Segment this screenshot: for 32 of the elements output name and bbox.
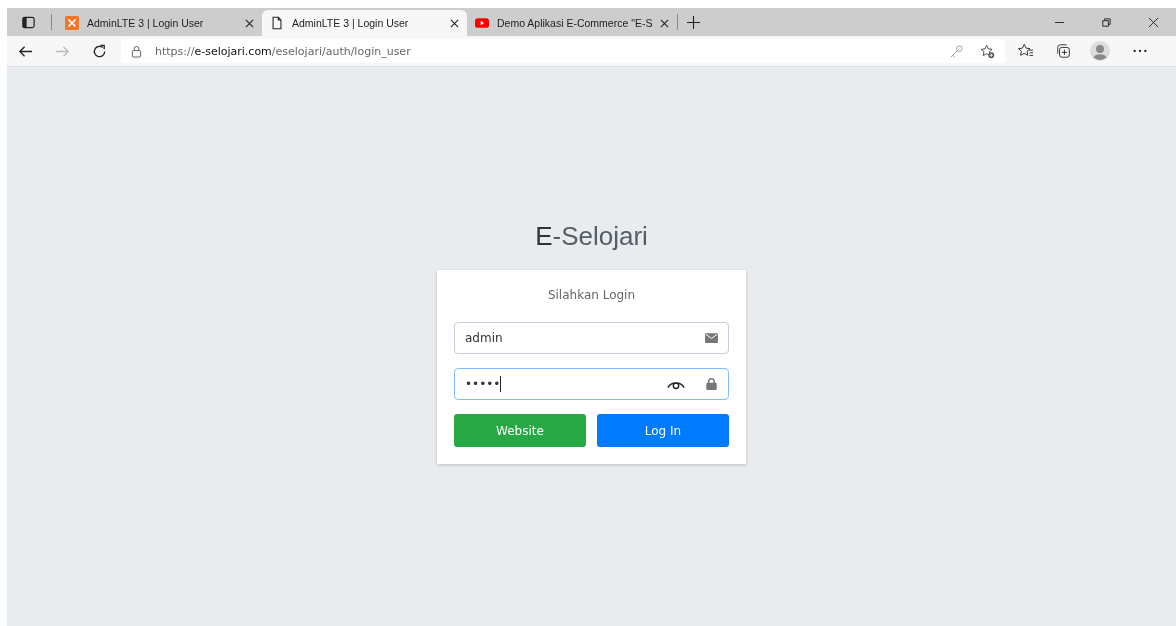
reload-icon[interactable] xyxy=(92,43,107,59)
browser-tab[interactable]: Demo Aplikasi E-Commerce "E-S xyxy=(467,10,672,36)
tab-title: Demo Aplikasi E-Commerce "E-S xyxy=(497,17,653,29)
key-icon[interactable] xyxy=(949,43,964,59)
new-tab-icon[interactable] xyxy=(687,15,700,29)
app-logo-icon xyxy=(65,16,79,30)
tab-actions-icon[interactable] xyxy=(21,14,36,30)
address-bar[interactable]: https://e-selojari.com/eselojari/auth/login_user xyxy=(121,39,1005,63)
profile-avatar-icon[interactable] xyxy=(1090,41,1110,61)
lock-icon xyxy=(705,378,718,390)
url-text: https://e-selojari.com/eselojari/auth/login_user xyxy=(155,44,411,58)
input-field[interactable]: ••••• xyxy=(454,368,729,400)
video-logo-icon xyxy=(475,16,489,30)
tab-title: AdminLTE 3 | Login User xyxy=(87,17,205,29)
collections-icon[interactable] xyxy=(1056,43,1072,59)
lock-icon xyxy=(131,44,142,58)
page-icon xyxy=(270,16,284,30)
restore-icon[interactable] xyxy=(1101,16,1112,28)
tab-title: AdminLTE 3 | Login User xyxy=(292,17,410,29)
envelope-icon xyxy=(705,332,718,344)
browser-tab[interactable]: AdminLTE 3 | Login User xyxy=(57,10,262,36)
login-heading: Silahkan Login xyxy=(546,288,637,302)
input-field[interactable]: admin xyxy=(454,322,729,354)
favorites-icon[interactable] xyxy=(1018,43,1034,59)
action-button[interactable]: Log In xyxy=(597,414,729,447)
close-icon[interactable] xyxy=(245,18,254,28)
close-icon[interactable] xyxy=(660,18,670,28)
close-icon[interactable] xyxy=(1148,16,1159,28)
site-logo-text: E-Selojari xyxy=(535,221,648,252)
browser-tab[interactable]: AdminLTE 3 | Login User xyxy=(262,10,467,36)
close-icon[interactable] xyxy=(450,18,459,28)
add-favorite-icon[interactable] xyxy=(980,43,995,59)
